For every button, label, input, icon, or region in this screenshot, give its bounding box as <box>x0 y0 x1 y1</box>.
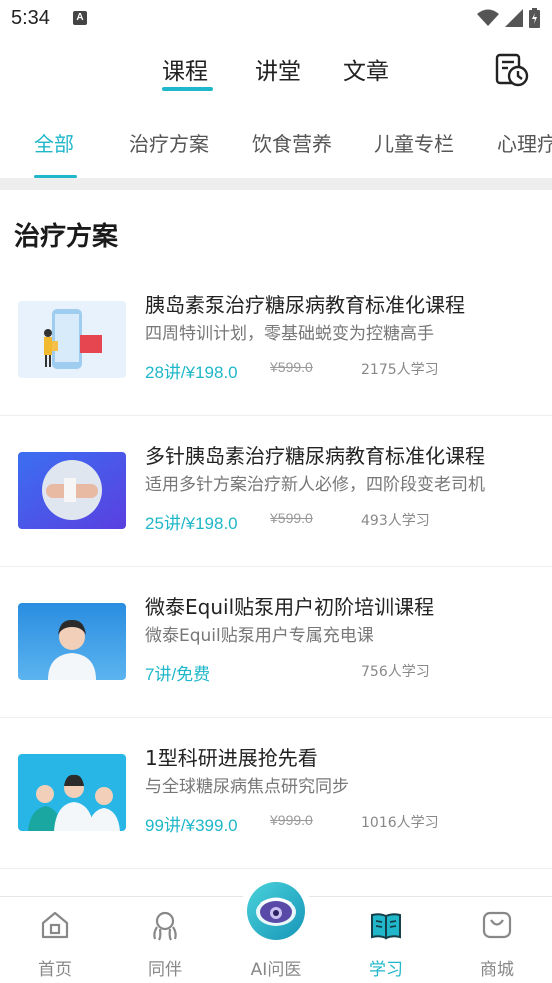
nav-label: 商城 <box>480 960 514 980</box>
ai-doctor-icon <box>247 882 305 940</box>
tab-articles[interactable]: 文章 <box>343 52 389 86</box>
wifi-icon <box>477 9 499 26</box>
status-time: 5:34 <box>11 7 50 29</box>
status-bar: 5:34 A <box>0 0 552 40</box>
course-item[interactable]: 微泰Equil贴泵用户初阶培训课程 微泰Equil贴泵用户专属充电课 7讲/免费… <box>0 567 552 718</box>
tab-lectures[interactable]: 讲堂 <box>255 52 301 86</box>
nav-label: 学习 <box>369 960 403 980</box>
home-icon <box>41 911 69 939</box>
nav-learn[interactable]: 学习 <box>331 897 441 983</box>
nav-shop[interactable]: 商城 <box>442 897 552 983</box>
section-divider <box>0 178 552 190</box>
category-treatment[interactable]: 治疗方案 <box>129 128 209 157</box>
shop-bag-icon <box>482 911 512 939</box>
nav-label: 首页 <box>38 960 72 980</box>
companion-icon <box>153 911 177 941</box>
course-learners: 493人学习 <box>361 513 430 529</box>
course-title: 胰岛素泵治疗糖尿病教育标准化课程 <box>145 293 465 317</box>
course-title: 1型科研进展抢先看 <box>145 746 318 770</box>
course-title: 微泰Equil贴泵用户初阶培训课程 <box>145 595 435 619</box>
active-tab-indicator <box>162 87 213 91</box>
course-learners: 756人学习 <box>361 664 430 680</box>
course-title: 多针胰岛素治疗糖尿病教育标准化课程 <box>145 444 485 468</box>
course-original-price: ¥599.0 <box>270 510 313 526</box>
category-all[interactable]: 全部 <box>34 128 74 157</box>
course-learners: 2175人学习 <box>361 362 439 378</box>
course-thumbnail <box>18 603 126 680</box>
book-icon <box>371 913 401 940</box>
course-thumbnail <box>18 301 126 378</box>
section-title: 治疗方案 <box>14 222 119 252</box>
course-price: 7讲/免费 <box>145 665 211 684</box>
status-icons <box>477 8 540 28</box>
course-price: 99讲/¥399.0 <box>145 816 238 835</box>
course-item[interactable]: 胰岛素泵治疗糖尿病教育标准化课程 四周特训计划，零基础蜕变为控糖高手 28讲/¥… <box>0 265 552 416</box>
nav-label: AI问医 <box>250 960 302 980</box>
course-thumbnail <box>18 754 126 831</box>
category-diet[interactable]: 饮食营养 <box>252 128 332 157</box>
course-learners: 1016人学习 <box>361 815 439 831</box>
course-price: 25讲/¥198.0 <box>145 514 238 533</box>
history-button[interactable] <box>494 52 530 88</box>
history-icon <box>495 53 529 87</box>
course-thumbnail <box>18 452 126 529</box>
battery-icon <box>529 8 540 28</box>
signal-icon <box>505 9 523 27</box>
course-subtitle: 四周特训计划，零基础蜕变为控糖高手 <box>145 324 434 344</box>
notification-icon: A <box>73 11 87 25</box>
nav-home[interactable]: 首页 <box>0 897 110 983</box>
nav-label: 同伴 <box>148 960 182 980</box>
course-price: 28讲/¥198.0 <box>145 363 238 382</box>
course-subtitle: 与全球糖尿病焦点研究同步 <box>145 777 349 797</box>
top-tabs: 课程 讲堂 文章 <box>0 40 552 100</box>
ai-doctor-button[interactable] <box>240 875 312 947</box>
course-original-price: ¥599.0 <box>270 359 313 375</box>
course-subtitle: 适用多针方案治疗新人必修，四阶段变老司机 <box>145 475 485 495</box>
tab-courses[interactable]: 课程 <box>162 52 208 86</box>
nav-companion[interactable]: 同伴 <box>110 897 220 983</box>
category-psychology[interactable]: 心理疗 <box>497 128 552 157</box>
course-original-price: ¥999.0 <box>270 812 313 828</box>
course-item[interactable]: 多针胰岛素治疗糖尿病教育标准化课程 适用多针方案治疗新人必修，四阶段变老司机 2… <box>0 416 552 567</box>
course-subtitle: 微泰Equil贴泵用户专属充电课 <box>145 626 374 646</box>
course-item[interactable]: 1型科研进展抢先看 与全球糖尿病焦点研究同步 99讲/¥399.0 ¥999.0… <box>0 718 552 869</box>
category-children[interactable]: 儿童专栏 <box>374 128 454 157</box>
category-tabs: 全部 治疗方案 饮食营养 儿童专栏 心理疗 <box>0 118 552 178</box>
